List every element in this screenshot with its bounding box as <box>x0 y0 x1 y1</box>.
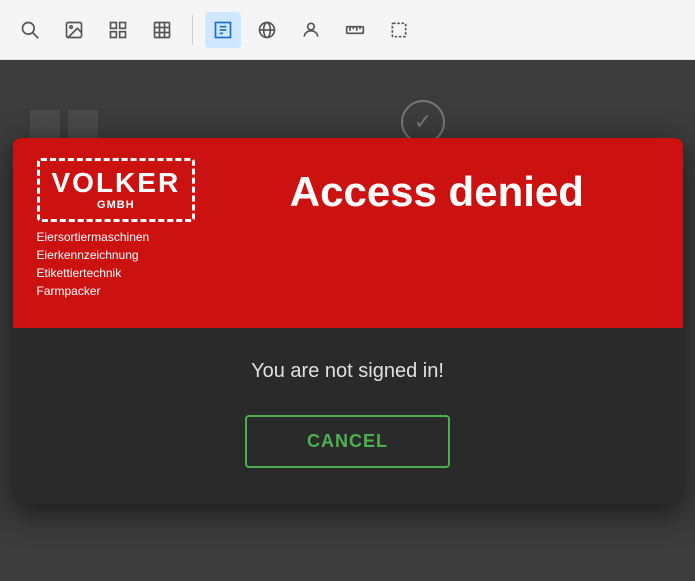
logo-tagline-4: Farmpacker <box>37 282 196 300</box>
modal-message: You are not signed in! <box>251 360 444 383</box>
logo-brand: VOLKER <box>52 169 181 197</box>
logo-tagline-2: Eierkennzeichnung <box>37 246 196 264</box>
logo-tagline-1: Eiersortiermaschinen <box>37 228 196 246</box>
modal-header: VOLKER GMBH Eiersortiermaschinen Eierken… <box>13 138 683 328</box>
ruler-icon[interactable] <box>337 12 373 48</box>
modal-body: You are not signed in! CANCEL <box>13 328 683 504</box>
crop-icon[interactable] <box>381 12 417 48</box>
modal-title: Access denied <box>290 168 584 216</box>
user-icon[interactable] <box>293 12 329 48</box>
table-icon[interactable] <box>144 12 180 48</box>
logo-box: VOLKER GMBH <box>37 158 196 222</box>
grid-icon[interactable] <box>100 12 136 48</box>
modal-title-area: Access denied <box>215 158 658 216</box>
logo-taglines: Eiersortiermaschinen Eierkennzeichnung E… <box>37 222 196 300</box>
image-icon[interactable] <box>56 12 92 48</box>
logo-container: VOLKER GMBH Eiersortiermaschinen Eierken… <box>37 158 196 300</box>
globe-icon[interactable] <box>249 12 285 48</box>
logo-tagline-3: Etikettiertechnik <box>37 264 196 282</box>
edit-icon[interactable] <box>205 12 241 48</box>
search-icon[interactable] <box>12 12 48 48</box>
logo-gmbh: GMBH <box>97 199 135 211</box>
page-area: ✓ VOLKER GMBH Eiersortiermaschinen Eierk… <box>0 60 695 581</box>
toolbar-divider <box>192 15 193 45</box>
cancel-button[interactable]: CANCEL <box>245 415 450 468</box>
toolbar <box>0 0 695 60</box>
modal-overlay: VOLKER GMBH Eiersortiermaschinen Eierken… <box>0 60 695 581</box>
access-denied-modal: VOLKER GMBH Eiersortiermaschinen Eierken… <box>13 138 683 504</box>
